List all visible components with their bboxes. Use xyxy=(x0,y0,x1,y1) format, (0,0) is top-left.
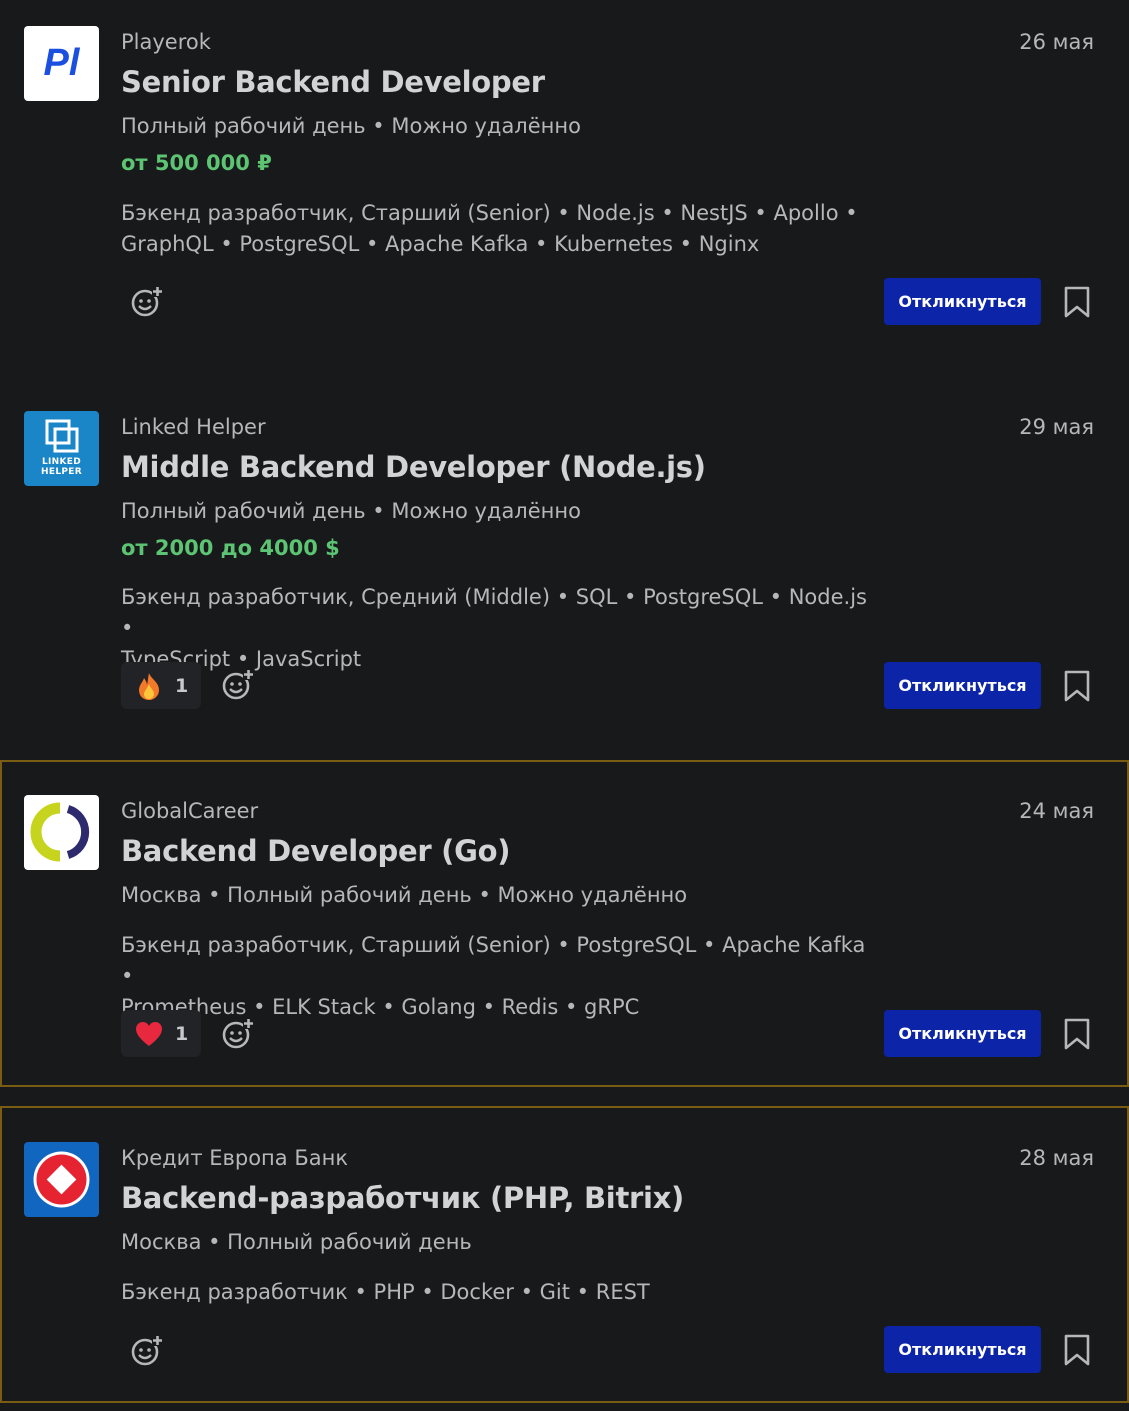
reaction-count: 1 xyxy=(175,1022,189,1045)
publish-date: 24 мая xyxy=(1019,799,1094,823)
logo-text: LINKED xyxy=(41,457,81,467)
bookmark-icon[interactable] xyxy=(1063,286,1091,318)
skills-list: Бэкенд разработчик, Средний (Middle) • S… xyxy=(121,582,881,675)
vacancy-title[interactable]: Backend Developer (Go) xyxy=(121,834,510,868)
vacancy-meta: Москва • Полный рабочий день • Можно уда… xyxy=(121,883,688,907)
skills-list: Бэкенд разработчик • PHP • Docker • Git … xyxy=(121,1277,881,1308)
publish-date: 28 мая xyxy=(1019,1146,1094,1170)
add-reaction-icon[interactable] xyxy=(130,1334,164,1368)
vacancy-card[interactable]: Pl Playerok 26 мая Senior Backend Develo… xyxy=(0,0,1129,380)
skills-line: Бэкенд разработчик • PHP • Docker • Git … xyxy=(121,1280,650,1304)
company-name[interactable]: Playerok xyxy=(121,30,211,54)
heart-icon xyxy=(136,1021,162,1046)
logo-text: HELPER xyxy=(41,467,82,477)
add-reaction-icon[interactable] xyxy=(221,1017,255,1051)
company-logo[interactable] xyxy=(24,795,99,870)
vacancy-card[interactable]: LINKED HELPER Linked Helper 29 мая Middl… xyxy=(0,385,1129,757)
company-logo[interactable] xyxy=(24,1142,99,1217)
vacancy-meta: Москва • Полный рабочий день xyxy=(121,1230,472,1254)
reaction-chip[interactable]: 1 xyxy=(121,1010,201,1057)
vacancy-title[interactable]: Middle Backend Developer (Node.js) xyxy=(121,450,706,484)
reaction-count: 1 xyxy=(175,674,189,697)
company-logo[interactable]: LINKED HELPER xyxy=(24,411,99,486)
apply-button[interactable]: Откликнуться xyxy=(884,1010,1041,1057)
company-logo[interactable]: Pl xyxy=(24,26,99,101)
fire-icon xyxy=(139,672,159,700)
skills-line: GraphQL • PostgreSQL • Apache Kafka • Ku… xyxy=(121,232,760,256)
publish-date: 26 мая xyxy=(1019,30,1094,54)
vacancy-meta: Полный рабочий день • Можно удалённо xyxy=(121,499,581,523)
skills-list: Бэкенд разработчик, Старший (Senior) • N… xyxy=(121,198,881,260)
apply-button[interactable]: Откликнуться xyxy=(884,278,1041,325)
skills-line: Бэкенд разработчик, Средний (Middle) • S… xyxy=(121,585,867,640)
bookmark-icon[interactable] xyxy=(1063,1018,1091,1050)
skills-list: Бэкенд разработчик, Старший (Senior) • P… xyxy=(121,930,881,1023)
skills-line: Бэкенд разработчик, Старший (Senior) • N… xyxy=(121,201,858,225)
publish-date: 29 мая xyxy=(1019,415,1094,439)
add-reaction-icon[interactable] xyxy=(221,668,255,702)
salary: от 500 000 ₽ xyxy=(121,151,272,175)
bookmark-icon[interactable] xyxy=(1063,1334,1091,1366)
vacancy-title[interactable]: Backend-разработчик (PHP, Bitrix) xyxy=(121,1181,684,1215)
company-name[interactable]: GlobalCareer xyxy=(121,799,258,823)
vacancy-title[interactable]: Senior Backend Developer xyxy=(121,65,545,99)
company-name[interactable]: Linked Helper xyxy=(121,415,266,439)
apply-button[interactable]: Откликнуться xyxy=(884,1326,1041,1373)
reaction-chip[interactable]: 1 xyxy=(121,662,201,709)
apply-button[interactable]: Откликнуться xyxy=(884,662,1041,709)
company-name[interactable]: Кредит Европа Банк xyxy=(121,1146,348,1170)
bookmark-icon[interactable] xyxy=(1063,670,1091,702)
add-reaction-icon[interactable] xyxy=(130,285,164,319)
salary: от 2000 до 4000 $ xyxy=(121,536,340,560)
vacancy-card[interactable]: Кредит Европа Банк 28 мая Backend-разраб… xyxy=(0,1106,1129,1403)
logo-text: Pl xyxy=(43,42,80,84)
vacancy-card[interactable]: GlobalCareer 24 мая Backend Developer (G… xyxy=(0,760,1129,1087)
vacancy-meta: Полный рабочий день • Можно удалённо xyxy=(121,114,581,138)
skills-line: Бэкенд разработчик, Старший (Senior) • P… xyxy=(121,933,866,988)
